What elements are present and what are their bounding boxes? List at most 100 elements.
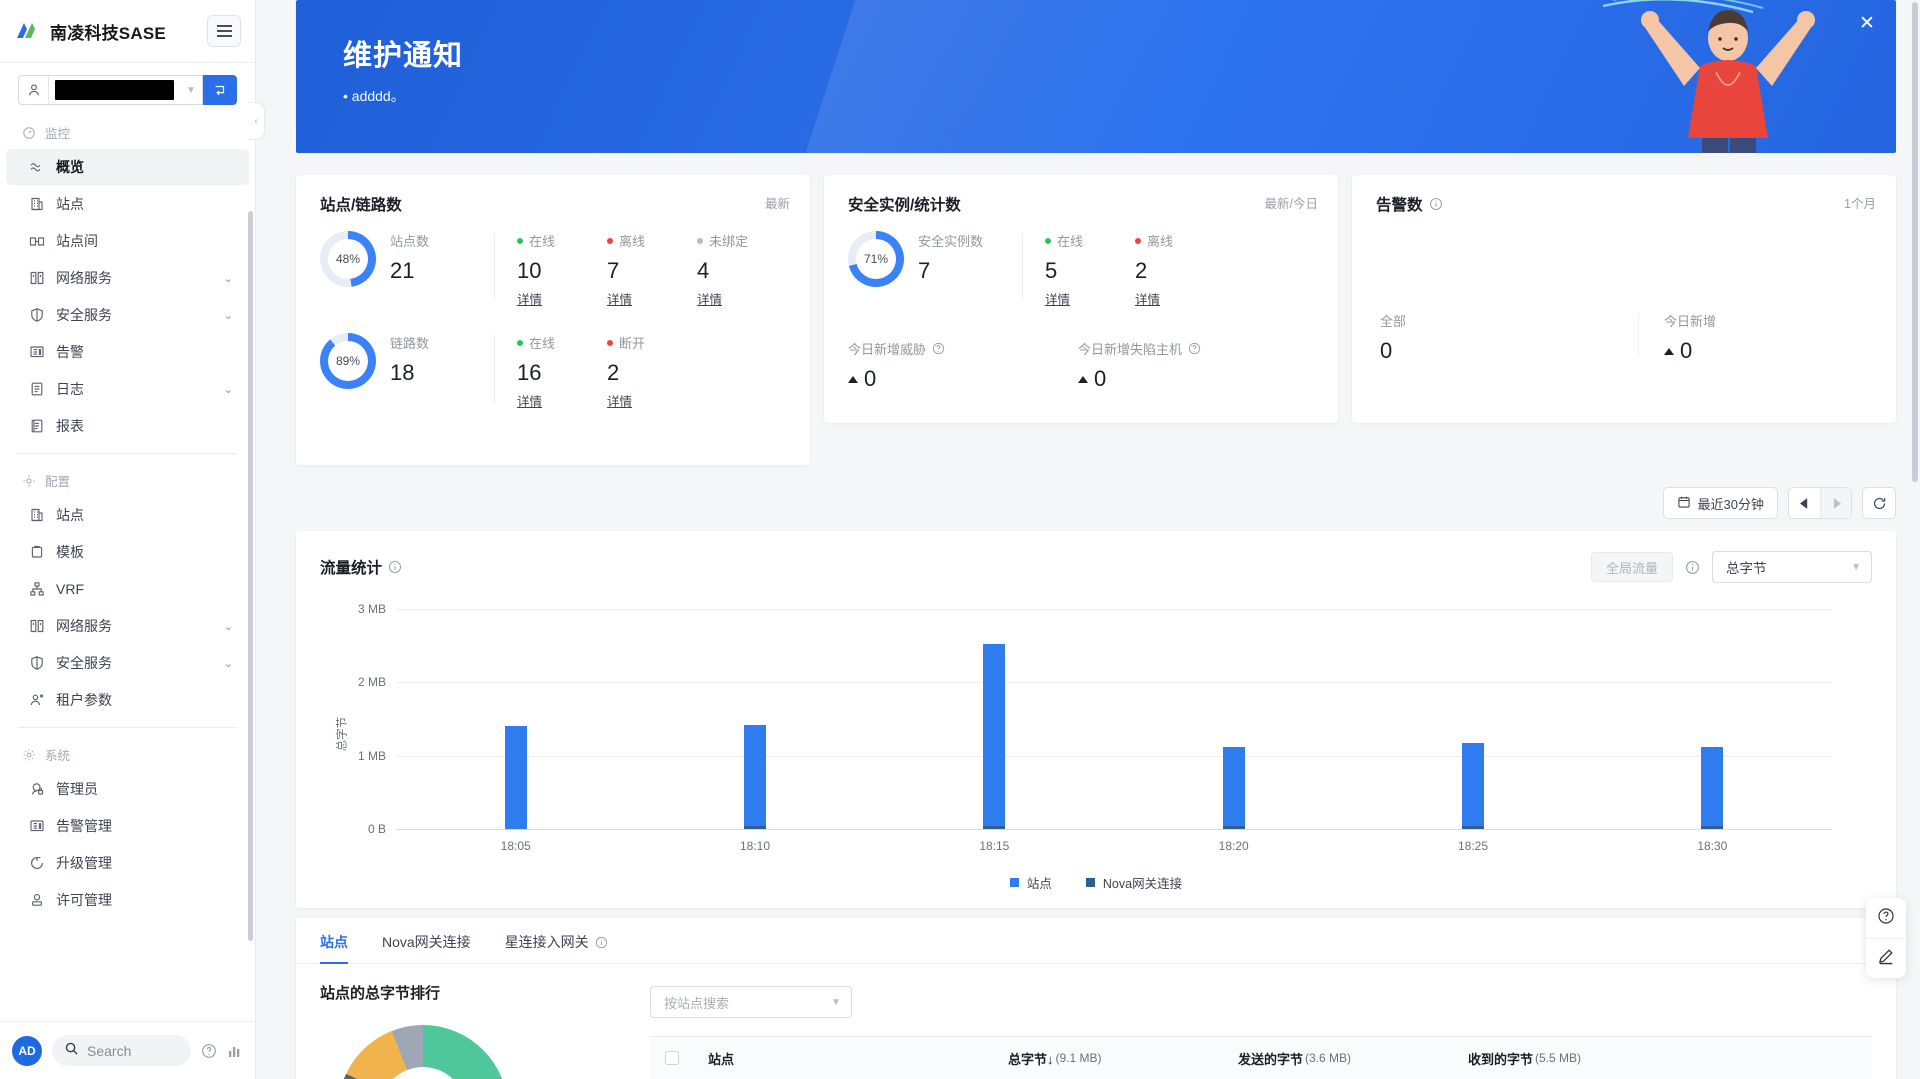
sidebar-item-站点[interactable]: 站点 [6,497,249,533]
status-dot-icon [607,237,613,244]
sidebar-collapse-handle[interactable]: ‹ [248,102,265,140]
column-header-total[interactable]: 总字节↓ (9.1 MB) [994,1049,1224,1068]
sidebar-item-安全服务[interactable]: 安全服务 ⌄ [6,645,249,681]
sidebar-scrollbar[interactable] [248,211,253,941]
sidebar-item-概览[interactable]: 概览 [6,149,249,185]
site-search-select[interactable]: 按站点搜索 ▼ [650,986,852,1018]
page-scrollbar[interactable] [1912,2,1918,482]
select-all-cell[interactable] [650,1051,694,1065]
sidebar-item-许可管理[interactable]: 许可管理 [6,882,249,918]
sidebar-item-告警管理[interactable]: 告警管理 [6,808,249,844]
column-label: 收到的字节 [1468,1051,1534,1067]
sidebar-item-日志[interactable]: 日志 ⌄ [6,371,249,407]
help-button[interactable] [1866,898,1906,938]
sidebar-item-站点[interactable]: 站点 [6,186,249,222]
sidebar-item-网络服务[interactable]: 网络服务 ⌄ [6,608,249,644]
stat-detail-link[interactable]: 详情 [1135,289,1160,308]
chart-bar[interactable] [744,724,766,829]
sidebar-toggle-button[interactable] [207,15,241,47]
metric-select[interactable]: 总字节 ▼ [1712,551,1872,583]
stat-detail-link[interactable]: 详情 [517,289,542,308]
sidebar-item-告警[interactable]: 告警 [6,334,249,370]
sidebar-item-网络服务[interactable]: 网络服务 ⌄ [6,260,249,296]
checkbox-icon[interactable] [665,1051,679,1065]
stat-detail-link[interactable]: 详情 [697,289,722,308]
next-period-button[interactable] [1820,488,1851,518]
question-circle-icon[interactable] [932,342,945,355]
legend-item[interactable]: 站点 [1009,873,1052,892]
column-label: 总字节↓ [1008,1051,1054,1067]
question-circle-icon[interactable] [201,1043,217,1059]
tab-Nova网关连接[interactable]: Nova网关连接 [382,918,471,963]
table-header-row: 站点 总字节↓ (9.1 MB) 发送的字节 (3.6 MB) 收到的字节 (5… [650,1037,1872,1079]
log-icon [28,381,45,398]
stat-detail-link[interactable]: 详情 [1045,289,1070,308]
metric-select-value: 总字节 [1726,561,1767,576]
sidebar-item-租户参数[interactable]: 租户参数 [6,682,249,718]
column-header-received[interactable]: 收到的字节 (5.5 MB) [1454,1049,1684,1068]
trend-up-icon [1078,375,1088,383]
site-link-card-title: 站点/链路数 [320,197,402,214]
bar-chart-icon[interactable] [227,1043,243,1059]
avatar[interactable]: AD [12,1035,42,1066]
sidebar-item-站点间[interactable]: 站点间 [6,223,249,259]
tenant-enter-button[interactable] [203,75,237,105]
info-circle-icon[interactable] [595,936,608,949]
chevron-down-icon[interactable]: ⌄ [224,309,233,322]
chart-bar[interactable] [983,644,1006,829]
refresh-button[interactable] [1862,487,1896,519]
info-circle-icon[interactable] [388,560,402,574]
stat-value: 2 [1135,258,1148,283]
chart-x-tick: 18:05 [500,839,531,853]
sidebar-item-报表[interactable]: 报表 [6,408,249,444]
info-circle-icon[interactable] [1429,197,1443,211]
stat-label: 离线 [607,231,675,250]
alarm-metric-label: 今日新增 [1664,314,1717,329]
column-header-site[interactable]: 站点 [694,1049,994,1068]
time-range-button[interactable]: 最近30分钟 [1662,487,1778,519]
alarm-metric-label: 全部 [1380,314,1407,329]
trend-up-icon [1664,347,1674,355]
edit-button[interactable] [1866,938,1906,978]
stat-detail-link[interactable]: 详情 [517,391,542,410]
stat-detail-link[interactable]: 详情 [607,391,632,410]
sidebar-item-升级管理[interactable]: 升级管理 [6,845,249,881]
sidebar-item-管理员[interactable]: 管理员 [6,771,249,807]
security-card-period: 最新/今日 [1264,197,1318,211]
chevron-down-icon[interactable]: ⌄ [224,383,233,396]
global-traffic-button[interactable]: 全局流量 [1590,552,1673,582]
chart-bar[interactable] [504,726,527,829]
tenant-select[interactable]: ▼ [18,75,203,105]
floating-action-buttons [1866,898,1906,978]
tab-星连接入网关[interactable]: 星连接入网关 [505,918,608,963]
stat-detail-link[interactable]: 详情 [607,289,632,308]
prev-period-button[interactable] [1789,488,1820,518]
info-circle-icon[interactable] [1685,560,1700,575]
chart-bar[interactable] [1701,746,1724,829]
sidebar-item-安全服务[interactable]: 安全服务 ⌄ [6,297,249,333]
maintenance-banner: 维护通知 • adddd。 ✕ [296,0,1896,153]
calendar-icon [1677,495,1691,512]
chart-bar[interactable] [1462,743,1484,829]
stat-离线: 离线 7 详情 [585,231,675,309]
chart-bar-segment [744,826,766,829]
nav-group-title-配置: 配置 [0,463,255,496]
time-range-label: 最近30分钟 [1697,496,1764,512]
sidebar-item-模板[interactable]: 模板 [6,534,249,570]
chevron-down-icon[interactable]: ⌄ [224,657,233,670]
stat-label: 离线 [1135,231,1203,250]
site-link-metric-row: 48% 站点数 21 在线 10 详情 离线 7 详情 未绑定 4 详情 [296,215,810,309]
legend-item[interactable]: Nova网关连接 [1085,873,1182,892]
network-service-icon [28,618,45,635]
chevron-down-icon[interactable]: ⌄ [224,272,233,285]
column-header-sent[interactable]: 发送的字节 (3.6 MB) [1224,1049,1454,1068]
search-input[interactable]: Search [52,1035,191,1066]
question-circle-icon[interactable] [1188,342,1201,355]
sidebar-item-label: 管理员 [56,781,98,797]
chevron-down-icon[interactable]: ⌄ [224,620,233,633]
tab-站点[interactable]: 站点 [320,918,348,964]
stat-value: 7 [607,258,620,283]
chart-bar[interactable] [1222,746,1245,829]
stat-value: 10 [517,258,542,283]
sidebar-item-VRF[interactable]: VRF [6,571,249,607]
